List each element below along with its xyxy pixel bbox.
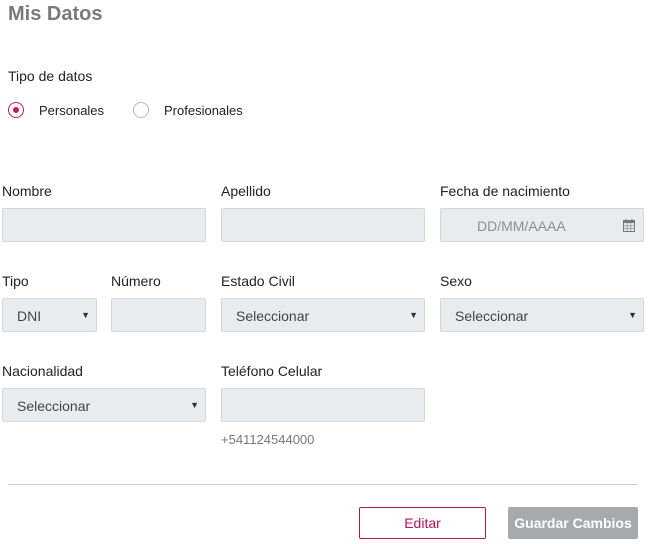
fecha-nacimiento-input[interactable]: DD/MM/AAAA: [440, 208, 644, 242]
telefono-label: Teléfono Celular: [221, 363, 323, 379]
tipo-select[interactable]: DNI ▼: [2, 298, 97, 332]
sexo-selected-value: Seleccionar: [455, 308, 529, 324]
radio-profesionales-indicator[interactable]: [133, 102, 149, 118]
page-title: Mis Datos: [8, 3, 103, 25]
tipo-selected-value: DNI: [17, 308, 42, 324]
divider: [8, 484, 638, 485]
edit-button[interactable]: Editar: [359, 507, 486, 539]
sexo-label: Sexo: [440, 273, 472, 289]
telefono-hint: +541124544000: [221, 432, 315, 447]
estado-civil-label: Estado Civil: [221, 273, 295, 289]
estado-civil-select[interactable]: Seleccionar ▼: [221, 298, 425, 332]
nacionalidad-selected-value: Seleccionar: [17, 398, 91, 414]
apellido-input[interactable]: [221, 208, 425, 242]
radio-profesionales[interactable]: Profesionales: [133, 100, 243, 120]
apellido-label: Apellido: [221, 183, 271, 199]
radio-profesionales-label: Profesionales: [164, 102, 243, 118]
telefono-input[interactable]: [221, 388, 425, 422]
tipo-datos-label: Tipo de datos: [8, 68, 93, 84]
chevron-down-icon: ▼: [81, 310, 90, 320]
radio-personales-indicator[interactable]: [8, 102, 24, 118]
radio-personales-label: Personales: [39, 102, 105, 118]
fecha-nacimiento-label: Fecha de nacimiento: [440, 183, 570, 199]
fecha-placeholder: DD/MM/AAAA: [477, 218, 566, 234]
nombre-input[interactable]: [2, 208, 206, 242]
save-changes-button[interactable]: Guardar Cambios: [508, 507, 638, 539]
estado-civil-selected-value: Seleccionar: [236, 308, 310, 324]
tipo-label: Tipo: [2, 273, 29, 289]
radio-personales[interactable]: Personales: [8, 100, 104, 120]
sexo-select[interactable]: Seleccionar ▼: [440, 298, 644, 332]
chevron-down-icon: ▼: [409, 310, 418, 320]
nacionalidad-select[interactable]: Seleccionar ▼: [2, 388, 206, 422]
chevron-down-icon: ▼: [628, 310, 637, 320]
chevron-down-icon: ▼: [190, 400, 199, 410]
nombre-label: Nombre: [2, 183, 52, 199]
numero-label: Número: [111, 273, 161, 289]
nacionalidad-label: Nacionalidad: [2, 363, 83, 379]
calendar-icon[interactable]: [623, 219, 635, 237]
numero-input[interactable]: [111, 298, 206, 332]
